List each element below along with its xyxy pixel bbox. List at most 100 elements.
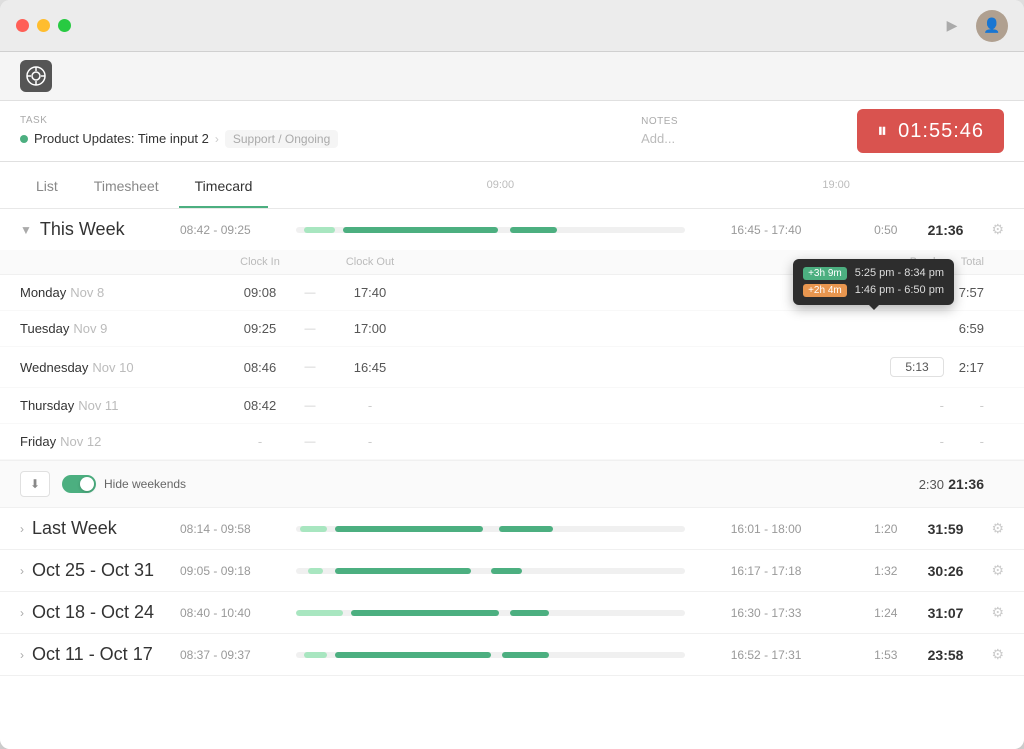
oct-18-24-timeline [296, 605, 685, 621]
timer-display: 01:55:46 [898, 120, 984, 143]
oct-25-31-timeline [296, 563, 685, 579]
week-oct-18-24: › Oct 18 - Oct 24 08:40 - 10:40 16: [0, 592, 1024, 634]
week-header-oct-11-17[interactable]: › Oct 11 - Oct 17 08:37 - 09:37 16: [0, 634, 1024, 675]
day-row-wednesday: Wednesday Nov 10 08:46 — 16:45 2:17 [0, 347, 1024, 388]
tab-timecard[interactable]: Timecard [179, 162, 269, 208]
chevron-down-icon: ▼ [20, 223, 32, 237]
task-value: Product Updates: Time input 2 › Support … [20, 130, 625, 148]
break-time-2: 1:46 pm - 6:50 pm [855, 284, 944, 297]
day-date-friday: Nov 12 [60, 434, 101, 449]
titlebar: ▶ 👤 [0, 0, 1024, 52]
download-button[interactable]: ⬇ [20, 471, 50, 497]
settings-icon-oct18[interactable]: ⚙ [991, 604, 1004, 621]
close-button[interactable] [16, 19, 29, 32]
settings-icon-lastweek[interactable]: ⚙ [991, 520, 1004, 537]
day-label-thursday: Thursday Nov 11 [20, 398, 220, 413]
chevron-right-icon: › [20, 522, 24, 536]
day-date-wednesday: Nov 10 [92, 360, 133, 375]
monday-clock-out[interactable]: 17:40 [320, 285, 420, 300]
wednesday-breaks-container [864, 357, 944, 377]
tab-timesheet[interactable]: Timesheet [78, 162, 175, 208]
wednesday-total: 2:17 [944, 360, 1004, 375]
footer-breaks: 2:30 [864, 477, 944, 492]
tab-list[interactable]: List [20, 162, 74, 208]
break-badge-2: +2h 4m [803, 284, 847, 297]
thursday-clock-in[interactable]: 08:42 [220, 398, 300, 413]
week-oct-25-31: › Oct 25 - Oct 31 09:05 - 09:18 16: [0, 550, 1024, 592]
timer-button[interactable]: ⏸ 01:55:46 [857, 109, 1004, 153]
footer-total: 21:36 [944, 476, 1004, 492]
day-label-monday: Monday Nov 8 [20, 285, 220, 300]
day-row-friday: Friday Nov 12 - — - - - [0, 424, 1024, 460]
tuesday-divider: — [300, 323, 320, 335]
day-label-tuesday: Tuesday Nov 9 [20, 321, 220, 336]
titlebar-right: ▶ 👤 [940, 10, 1008, 42]
monday-divider: — [300, 287, 320, 299]
task-name[interactable]: Product Updates: Time input 2 [34, 131, 209, 146]
task-breadcrumb: Support / Ongoing [225, 130, 338, 148]
friday-clock-out: - [320, 434, 420, 449]
week-header-last-week[interactable]: › Last Week 08:14 - 09:58 16:01 - 1 [0, 508, 1024, 549]
friday-clock-in: - [220, 434, 300, 449]
thursday-clock-out: - [320, 398, 420, 413]
day-name-tuesday: Tuesday [20, 321, 69, 336]
app-logo [20, 60, 52, 92]
week-time-range-start: 08:42 - 09:25 [180, 223, 280, 237]
friday-total: - [944, 434, 1004, 449]
thursday-breaks: - [864, 398, 944, 413]
friday-breaks: - [864, 434, 944, 449]
week-oct-11-17: › Oct 11 - Oct 17 08:37 - 09:37 16: [0, 634, 1024, 676]
notes-section: Notes Add... [641, 116, 841, 146]
hide-weekends-toggle[interactable]: Hide weekends [62, 475, 186, 493]
play-icon[interactable]: ▶ [940, 14, 964, 38]
last-week-timeline [296, 521, 685, 537]
monday-clock-in[interactable]: 09:08 [220, 285, 300, 300]
week-header-this-week[interactable]: ▼ This Week 08:42 - 09:25 [0, 209, 1024, 250]
week-title-this-week: ▼ This Week [20, 219, 180, 240]
timeline-label-end: 19:00 [822, 179, 850, 191]
app-window: ▶ 👤 Task Product Updates: Time input 2 › [0, 0, 1024, 749]
week-title-last-week: › Last Week [20, 518, 180, 539]
task-label: Task [20, 115, 625, 126]
tuesday-clock-out[interactable]: 17:00 [320, 321, 420, 336]
notes-label: Notes [641, 116, 841, 127]
task-status-dot [20, 135, 28, 143]
col-clockin-label: Clock In [220, 256, 300, 268]
week-title-oct-25-31: › Oct 25 - Oct 31 [20, 560, 180, 581]
day-label-wednesday: Wednesday Nov 10 [20, 360, 220, 375]
week-meta-last-week: 08:14 - 09:58 16:01 - 18:00 1:20 31:59 ⚙ [180, 520, 1004, 537]
toggle-switch[interactable] [62, 475, 96, 493]
day-name-thursday: Thursday [20, 398, 74, 413]
minimize-button[interactable] [37, 19, 50, 32]
task-bar: Task Product Updates: Time input 2 › Sup… [0, 101, 1024, 162]
avatar[interactable]: 👤 [976, 10, 1008, 42]
settings-icon[interactable]: ⚙ [991, 221, 1004, 238]
wednesday-clock-in[interactable]: 08:46 [220, 360, 300, 375]
break-badge-1: +3h 9m [803, 267, 847, 280]
main-content: List Timesheet Timecard 09:00 19:00 ▼ Th… [0, 162, 1024, 749]
notes-placeholder[interactable]: Add... [641, 131, 841, 146]
week-meta-oct-18-24: 08:40 - 10:40 16:30 - 17:33 1:24 31:07 ⚙ [180, 604, 1004, 621]
wednesday-clock-out[interactable]: 16:45 [320, 360, 420, 375]
wednesday-breaks-input[interactable] [890, 357, 944, 377]
timeline-label-start: 09:00 [487, 179, 515, 191]
week-meta-oct-11-17: 08:37 - 09:37 16:52 - 17:31 1:53 23:58 ⚙ [180, 646, 1004, 663]
week-total: 21:36 [913, 222, 963, 238]
tuesday-total: 6:59 [944, 321, 1004, 336]
day-row-tuesday: Tuesday Nov 9 09:25 — 17:00 +3h 9m 5:25 … [0, 311, 1024, 347]
tuesday-clock-in[interactable]: 09:25 [220, 321, 300, 336]
maximize-button[interactable] [58, 19, 71, 32]
break-time-1: 5:25 pm - 8:34 pm [855, 267, 944, 280]
week-header-oct-25-31[interactable]: › Oct 25 - Oct 31 09:05 - 09:18 16: [0, 550, 1024, 591]
settings-icon-oct11[interactable]: ⚙ [991, 646, 1004, 663]
timecard-content: ▼ This Week 08:42 - 09:25 [0, 209, 1024, 749]
week-footer-row: ⬇ Hide weekends 2:30 21:36 [0, 460, 1024, 507]
week-this-week: ▼ This Week 08:42 - 09:25 [0, 209, 1024, 508]
traffic-lights [16, 19, 71, 32]
week-header-oct-18-24[interactable]: › Oct 18 - Oct 24 08:40 - 10:40 16: [0, 592, 1024, 633]
day-row-thursday: Thursday Nov 11 08:42 — - - - [0, 388, 1024, 424]
settings-icon-oct25[interactable]: ⚙ [991, 562, 1004, 579]
day-date-monday: Nov 8 [70, 285, 104, 300]
toggle-label: Hide weekends [104, 477, 186, 491]
week-breaks: 0:50 [817, 223, 897, 237]
